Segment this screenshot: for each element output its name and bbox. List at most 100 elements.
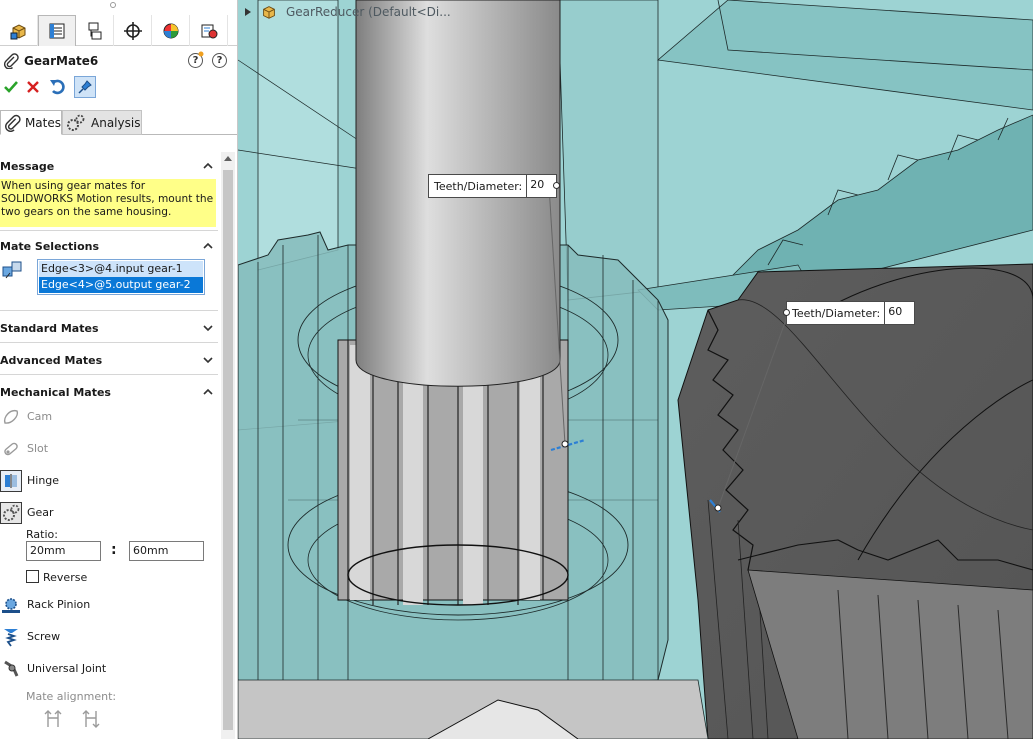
gear-mate-option[interactable]: Gear <box>0 500 218 526</box>
scroll-up-arrow-icon[interactable] <box>224 156 232 161</box>
mechanical-mates-section-header[interactable]: Mechanical Mates <box>0 383 218 403</box>
property-manager-tab[interactable] <box>38 15 76 46</box>
scrollbar-thumb[interactable] <box>223 170 233 730</box>
property-manager-title: GearMate6 <box>24 54 99 68</box>
cancel-button[interactable] <box>22 76 44 98</box>
undo-button[interactable] <box>47 76 69 98</box>
manager-tabs <box>0 15 237 46</box>
slot-mate-option[interactable]: Slot <box>0 436 218 462</box>
property-manager-tabs: Mates Analysis <box>0 110 237 135</box>
crosshair-icon <box>123 21 142 40</box>
hinge-icon <box>0 470 22 492</box>
callout-anchor-handle[interactable] <box>783 309 790 316</box>
advanced-mates-section-header[interactable]: Advanced Mates <box>0 351 218 371</box>
gear-icon <box>0 502 22 524</box>
dimxpert-manager-tab[interactable] <box>114 15 152 46</box>
keep-visible-pin-button[interactable] <box>74 76 96 98</box>
reverse-label: Reverse <box>43 571 88 584</box>
feature-tree-flyout[interactable]: GearReducer (Default<Di... <box>244 3 451 21</box>
entities-to-mate-icon <box>2 261 22 279</box>
tab-analysis[interactable]: Analysis <box>62 110 142 135</box>
motion-icon <box>201 24 217 38</box>
display-manager-tab[interactable] <box>152 15 190 46</box>
ratio-input-1[interactable]: 20mm <box>26 541 101 561</box>
callout-label: Teeth/Diameter: <box>434 179 523 193</box>
help-sparkle-icon <box>198 51 204 57</box>
gear-label: Gear <box>27 506 54 519</box>
assembly-icon <box>263 6 275 19</box>
divider <box>0 374 218 375</box>
mechanical-mates-title: Mechanical Mates <box>0 386 111 399</box>
advanced-mates-title: Advanced Mates <box>0 354 103 367</box>
configuration-manager-tab[interactable] <box>76 15 114 46</box>
callout-label: Teeth/Diameter: <box>792 306 881 320</box>
screw-mate-option[interactable]: Screw <box>0 624 218 650</box>
slot-icon <box>0 438 22 460</box>
chevron-up-icon <box>203 162 213 169</box>
assembly-name[interactable]: GearReducer (Default<Di... <box>286 5 451 19</box>
standard-mates-title: Standard Mates <box>0 322 99 335</box>
feature-manager-tab[interactable] <box>0 15 38 46</box>
reverse-checkbox[interactable] <box>26 570 39 583</box>
paperclip-icon <box>3 53 19 69</box>
checkmark-icon <box>4 81 18 93</box>
divider <box>0 310 218 311</box>
cam-label: Cam <box>27 410 53 423</box>
message-box: When using gear mates for SOLIDWORKS Mot… <box>0 179 216 227</box>
rack-pinion-mate-option[interactable]: Rack Pinion <box>0 592 218 618</box>
pushpin-icon <box>78 80 92 94</box>
ratio-input-2[interactable]: 60mm <box>129 541 204 561</box>
configuration-icon <box>88 22 101 39</box>
hinge-mate-option[interactable]: Hinge <box>0 468 218 494</box>
chevron-up-icon <box>203 388 213 395</box>
action-buttons <box>0 76 237 98</box>
chevron-down-icon <box>203 357 213 364</box>
ratio-label: Ratio: <box>26 528 58 541</box>
property-manager-header: GearMate6 ? ? <box>0 50 237 72</box>
detailed-help-button[interactable]: ? <box>212 53 227 68</box>
selection-item[interactable]: Edge<3>@4.input gear-1 <box>39 261 203 277</box>
divider <box>0 230 218 231</box>
teeth-diameter-callout-input[interactable]: Teeth/Diameter: 20 <box>428 174 561 198</box>
tab-mates[interactable]: Mates <box>0 110 62 135</box>
aligned-icon[interactable] <box>43 709 63 729</box>
callout-value-input[interactable]: 60 <box>884 302 914 324</box>
gear-reducer-3d-model[interactable] <box>238 0 1033 739</box>
expand-arrow-icon[interactable] <box>244 7 252 17</box>
screw-icon <box>0 626 22 648</box>
tab-mates-label: Mates <box>24 115 61 130</box>
selection-item-selected[interactable]: Edge<4>@5.output gear-2 <box>39 277 203 293</box>
standard-mates-section-header[interactable]: Standard Mates <box>0 319 218 339</box>
property-manager-panel: GearMate6 ? ? Mates Analysis Message Whe… <box>0 0 238 739</box>
chevron-down-icon <box>203 325 213 332</box>
ok-button[interactable] <box>0 76 22 98</box>
mate-selections-section-header[interactable]: Mate Selections <box>0 237 218 257</box>
slot-label: Slot <box>27 442 49 455</box>
cam-icon <box>0 406 22 428</box>
chevron-up-icon <box>203 242 213 249</box>
universal-joint-icon <box>0 658 22 680</box>
gears-icon <box>67 114 85 131</box>
message-section-header[interactable]: Message <box>0 157 218 177</box>
mate-selections-list[interactable]: Edge<3>@4.input gear-1 Edge<4>@5.output … <box>37 259 205 295</box>
panel-scrollbar[interactable] <box>221 152 235 739</box>
close-icon <box>27 81 39 93</box>
motion-manager-tab[interactable] <box>190 15 228 46</box>
callout-value-input[interactable]: 20 <box>526 175 556 197</box>
hinge-label: Hinge <box>27 474 60 487</box>
appearance-pie-icon <box>163 23 178 38</box>
cam-mate-option[interactable]: Cam <box>0 404 218 430</box>
divider <box>0 342 218 343</box>
message-section-title: Message <box>0 160 55 173</box>
teeth-diameter-callout-output[interactable]: Teeth/Diameter: 60 <box>783 301 916 325</box>
anti-aligned-icon[interactable] <box>81 709 101 729</box>
paperclip-icon <box>5 114 21 132</box>
panel-grip-handle[interactable] <box>110 2 116 8</box>
universal-joint-mate-option[interactable]: Universal Joint <box>0 656 218 682</box>
mate-alignment-label: Mate alignment: <box>26 690 117 703</box>
graphics-viewport[interactable]: GearReducer (Default<Di... Teeth/Diamete… <box>238 0 1033 739</box>
universal-joint-label: Universal Joint <box>27 662 107 675</box>
rack-pinion-icon <box>0 594 22 616</box>
property-manager-icon <box>49 23 65 39</box>
rack-pinion-label: Rack Pinion <box>27 598 91 611</box>
